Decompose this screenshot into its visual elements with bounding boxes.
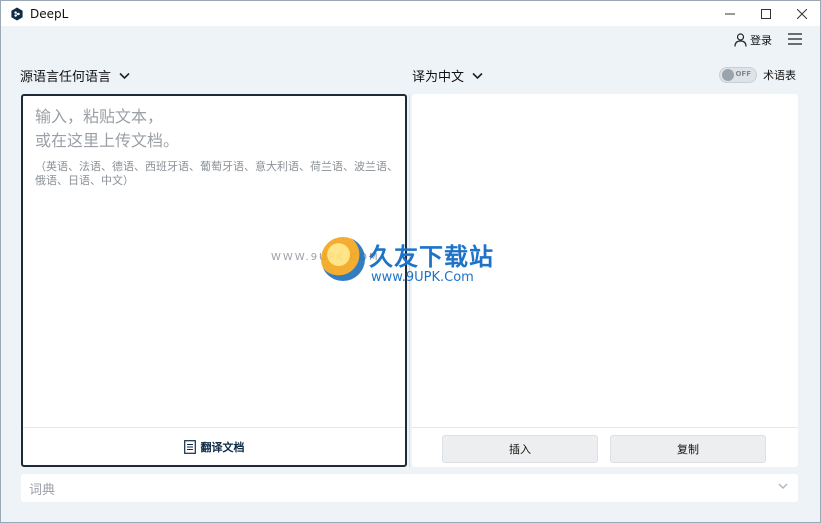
minimize-icon — [725, 13, 735, 14]
dictionary-bar[interactable]: 词典 — [21, 474, 798, 502]
deepl-logo-icon — [11, 7, 23, 20]
copy-button[interactable]: 复制 — [610, 435, 766, 463]
chevron-down-icon — [472, 72, 483, 79]
glossary-control: OFF 术语表 — [719, 67, 796, 83]
glossary-label: 术语表 — [763, 69, 796, 82]
translate-document-button[interactable]: 翻译文档 — [183, 439, 245, 455]
minimize-button[interactable] — [712, 1, 748, 26]
supported-languages-hint: （英语、法语、德语、西班牙语、葡萄牙语、意大利语、荷兰语、波兰语、俄语、日语、中… — [35, 160, 398, 187]
dictionary-label: 词典 — [29, 482, 56, 498]
maximize-icon — [761, 8, 771, 19]
login-button[interactable]: 登录 — [734, 32, 772, 48]
watermark-title: 久友下载站 — [369, 243, 494, 271]
document-icon — [183, 439, 196, 454]
glossary-toggle[interactable]: OFF — [719, 67, 757, 83]
source-footer: 翻译文档 — [23, 427, 405, 465]
maximize-button[interactable] — [748, 1, 784, 26]
user-icon — [734, 33, 747, 47]
translate-document-label: 翻译文档 — [200, 440, 245, 454]
top-toolbar: 登录 — [1, 27, 820, 51]
toggle-state-label: OFF — [735, 70, 751, 78]
placeholder-line-1: 输入，粘贴文本， — [35, 107, 164, 126]
watermark: WWW.9UPK.COM 久友下载站 www.9UPK.Com — [271, 233, 501, 293]
chevron-down-icon — [778, 483, 788, 489]
insert-button[interactable]: 插入 — [442, 435, 598, 463]
login-label: 登录 — [750, 34, 772, 47]
toggle-knob — [722, 69, 734, 81]
close-icon — [797, 8, 807, 19]
source-language-label: 源语言任何语言 — [20, 70, 112, 85]
close-button[interactable] — [784, 1, 820, 26]
target-footer: 插入 复制 — [412, 427, 798, 467]
menu-icon[interactable] — [788, 33, 802, 45]
app-window: DeepL 登录 源语言任何语言 译为中文 OFF 术语表 输入，粘贴文本， 或… — [0, 0, 821, 523]
source-placeholder: 输入，粘贴文本， 或在这里上传文档。 — [35, 105, 179, 153]
title-bar: DeepL — [1, 1, 820, 26]
watermark-url: www.9UPK.Com — [371, 270, 474, 285]
source-language-select[interactable]: 源语言任何语言 — [20, 66, 130, 85]
window-title: DeepL — [30, 6, 69, 21]
watermark-logo-icon — [321, 237, 365, 281]
target-language-select[interactable]: 译为中文 — [412, 66, 483, 85]
chevron-down-icon — [119, 72, 130, 79]
placeholder-line-2: 或在这里上传文档。 — [35, 131, 180, 150]
language-row: 源语言任何语言 译为中文 OFF 术语表 — [1, 63, 820, 87]
target-language-label: 译为中文 — [412, 70, 465, 85]
